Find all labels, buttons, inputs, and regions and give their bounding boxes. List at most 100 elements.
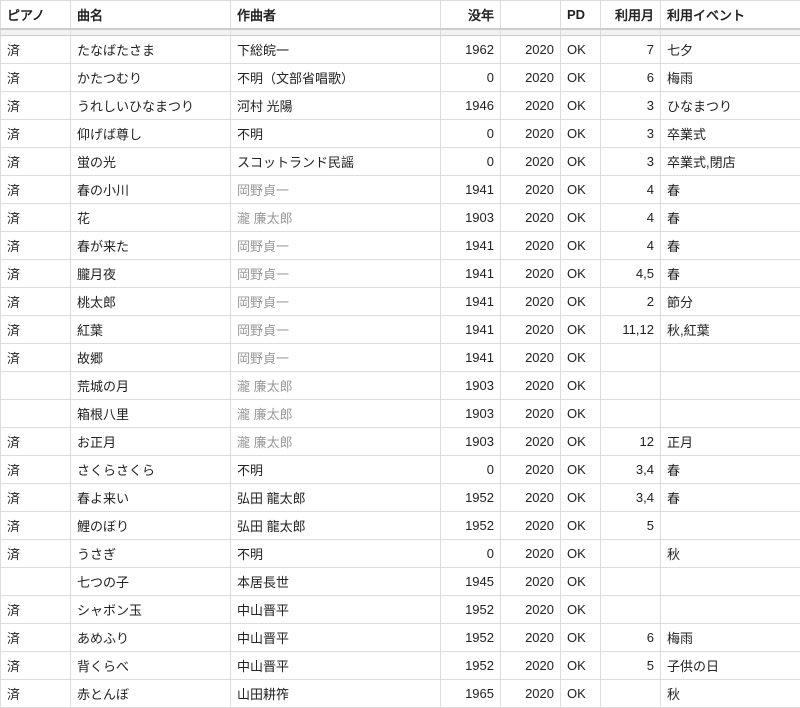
cell-death-year: 1952 <box>441 623 501 651</box>
cell-title: 箱根八里 <box>71 399 231 427</box>
cell-composer: 岡野貞一 <box>231 231 441 259</box>
cell-month: 11,12 <box>601 315 661 343</box>
cell-month: 2 <box>601 287 661 315</box>
cell-year2: 2020 <box>501 175 561 203</box>
cell-composer: 山田耕筰 <box>231 679 441 707</box>
cell-event: 正月 <box>661 427 800 455</box>
cell-piano: 済 <box>1 595 71 623</box>
cell-death-year: 0 <box>441 119 501 147</box>
cell-month: 3,4 <box>601 483 661 511</box>
cell-piano: 済 <box>1 203 71 231</box>
cell-death-year: 0 <box>441 63 501 91</box>
cell-title: うさぎ <box>71 539 231 567</box>
cell-year2: 2020 <box>501 259 561 287</box>
cell-year2: 2020 <box>501 203 561 231</box>
cell-year2: 2020 <box>501 119 561 147</box>
cell-month: 6 <box>601 63 661 91</box>
cell-year2: 2020 <box>501 539 561 567</box>
cell-piano: 済 <box>1 91 71 119</box>
cell-month <box>601 539 661 567</box>
cell-pd: OK <box>561 259 601 287</box>
cell-event: 春 <box>661 231 800 259</box>
cell-title: お正月 <box>71 427 231 455</box>
cell-composer: 瀧 廉太郎 <box>231 427 441 455</box>
cell-death-year: 0 <box>441 147 501 175</box>
cell-month <box>601 371 661 399</box>
cell-pd: OK <box>561 511 601 539</box>
cell-piano: 済 <box>1 35 71 63</box>
header-month: 利用月 <box>601 1 661 30</box>
cell-piano <box>1 371 71 399</box>
cell-pd: OK <box>561 595 601 623</box>
cell-event <box>661 399 800 427</box>
cell-piano: 済 <box>1 651 71 679</box>
cell-year2: 2020 <box>501 511 561 539</box>
cell-event: 春 <box>661 259 800 287</box>
cell-title: 紅葉 <box>71 315 231 343</box>
cell-month: 6 <box>601 623 661 651</box>
cell-year2: 2020 <box>501 595 561 623</box>
cell-event: ひなまつり <box>661 91 800 119</box>
cell-piano: 済 <box>1 231 71 259</box>
cell-month <box>601 567 661 595</box>
cell-month: 5 <box>601 651 661 679</box>
cell-pd: OK <box>561 567 601 595</box>
cell-month <box>601 595 661 623</box>
cell-death-year: 0 <box>441 539 501 567</box>
cell-death-year: 1903 <box>441 427 501 455</box>
cell-year2: 2020 <box>501 287 561 315</box>
cell-year2: 2020 <box>501 455 561 483</box>
cell-title: あめふり <box>71 623 231 651</box>
cell-month: 4 <box>601 231 661 259</box>
cell-pd: OK <box>561 427 601 455</box>
table-row: 済蛍の光スコットランド民謡02020OK3卒業式,閉店 <box>1 147 800 175</box>
cell-year2: 2020 <box>501 623 561 651</box>
cell-month: 12 <box>601 427 661 455</box>
cell-piano: 済 <box>1 623 71 651</box>
cell-pd: OK <box>561 623 601 651</box>
table-row: 済紅葉岡野貞一19412020OK11,12秋,紅葉 <box>1 315 800 343</box>
songs-table: ピアノ 曲名 作曲者 没年 PD 利用月 利用イベント 済たなばたさま下総皖一1… <box>0 0 800 708</box>
cell-title: 赤とんぼ <box>71 679 231 707</box>
cell-piano <box>1 567 71 595</box>
cell-pd: OK <box>561 343 601 371</box>
header-event: 利用イベント <box>661 1 800 30</box>
cell-pd: OK <box>561 483 601 511</box>
header-year2 <box>501 1 561 30</box>
cell-event <box>661 567 800 595</box>
cell-event: 春 <box>661 175 800 203</box>
cell-month: 3 <box>601 119 661 147</box>
cell-death-year: 1941 <box>441 231 501 259</box>
cell-death-year: 1952 <box>441 511 501 539</box>
cell-title: シャボン玉 <box>71 595 231 623</box>
cell-pd: OK <box>561 35 601 63</box>
cell-composer: 不明 <box>231 539 441 567</box>
cell-composer: 弘田 龍太郎 <box>231 511 441 539</box>
cell-event: 秋,紅葉 <box>661 315 800 343</box>
cell-year2: 2020 <box>501 567 561 595</box>
cell-event: 七夕 <box>661 35 800 63</box>
cell-year2: 2020 <box>501 651 561 679</box>
cell-composer: 本居長世 <box>231 567 441 595</box>
cell-month: 5 <box>601 511 661 539</box>
header-title: 曲名 <box>71 1 231 30</box>
cell-pd: OK <box>561 287 601 315</box>
cell-piano: 済 <box>1 679 71 707</box>
cell-death-year: 1952 <box>441 651 501 679</box>
cell-composer: 不明 <box>231 455 441 483</box>
cell-death-year: 1965 <box>441 679 501 707</box>
table-row: 荒城の月瀧 廉太郎19032020OK <box>1 371 800 399</box>
cell-title: うれしいひなまつり <box>71 91 231 119</box>
cell-title: 仰げば尊し <box>71 119 231 147</box>
cell-death-year: 1903 <box>441 371 501 399</box>
table-row: 済花瀧 廉太郎19032020OK4春 <box>1 203 800 231</box>
cell-piano: 済 <box>1 343 71 371</box>
cell-composer: スコットランド民謡 <box>231 147 441 175</box>
cell-title: 故郷 <box>71 343 231 371</box>
cell-composer: 中山晋平 <box>231 651 441 679</box>
cell-event: 梅雨 <box>661 623 800 651</box>
cell-piano: 済 <box>1 147 71 175</box>
cell-event: 卒業式,閉店 <box>661 147 800 175</box>
table-row: 済かたつむり不明（文部省唱歌）02020OK6梅雨 <box>1 63 800 91</box>
cell-pd: OK <box>561 399 601 427</box>
